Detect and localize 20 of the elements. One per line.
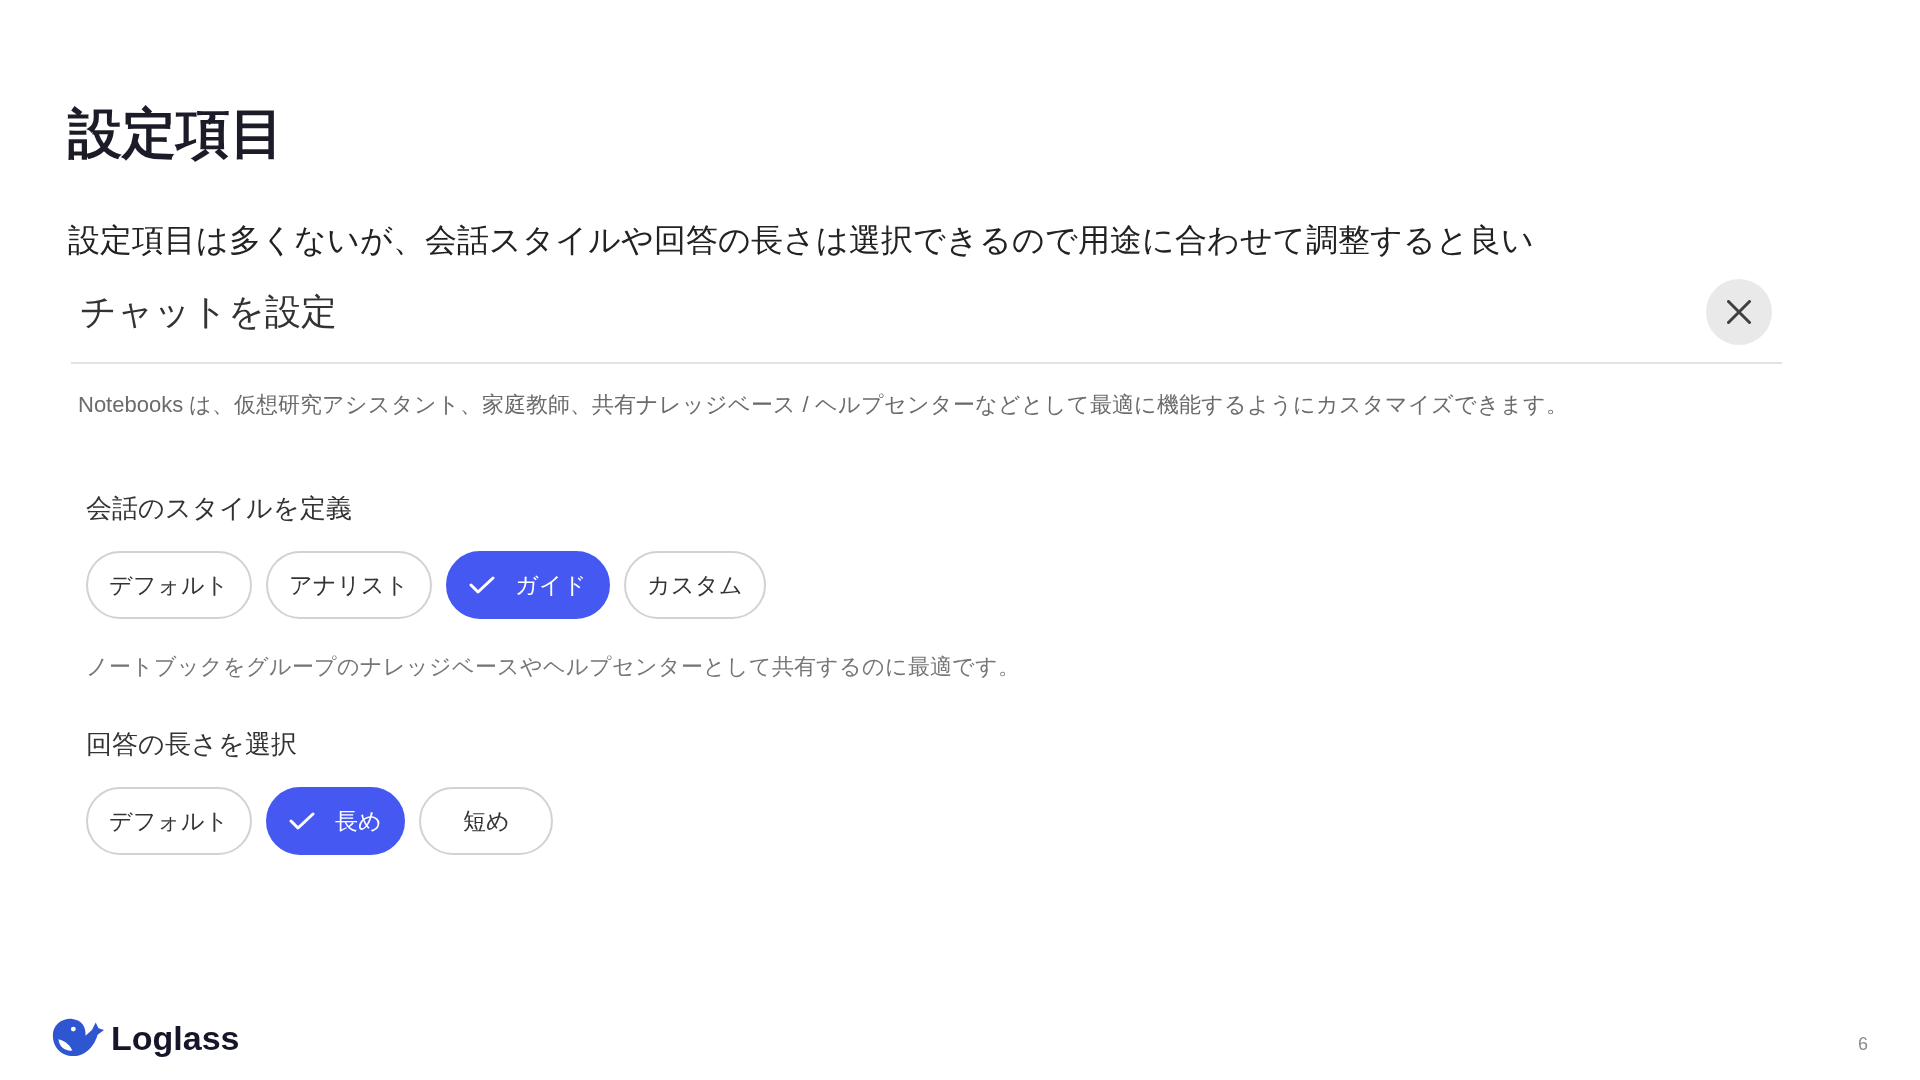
dialog-description: Notebooks は、仮想研究アシスタント、家庭教師、共有ナレッジベース / ヘルプセンターなどとして最適に機能するようにカスタマイズできます。	[78, 391, 1568, 419]
section-label: 会話のスタイルを定義	[86, 492, 352, 525]
section-note: ノートブックをグループのナレッジベースやヘルプセンターとして共有するのに最適です。	[86, 653, 1020, 681]
check-icon	[289, 812, 315, 830]
option-chip[interactable]: デフォルト	[86, 551, 252, 619]
dialog-title: チャットを設定	[80, 290, 337, 334]
option-chip[interactable]: 短め	[419, 787, 553, 855]
slide-subtitle: 設定項目は多くないが、会話スタイルや回答の長さは選択できるので用途に合わせて調整すると良い	[68, 221, 1534, 260]
slide-title: 設定項目	[68, 102, 284, 165]
option-chip[interactable]: アナリスト	[266, 551, 432, 619]
close-icon	[1727, 300, 1751, 324]
whale-icon	[51, 1017, 105, 1058]
section-label: 回答の長さを選択	[86, 728, 297, 761]
option-chip[interactable]: デフォルト	[86, 787, 252, 855]
check-icon	[469, 576, 495, 594]
option-chip[interactable]: カスタム	[624, 551, 766, 619]
option-chip[interactable]: 長め	[266, 787, 405, 855]
option-chip[interactable]: ガイド	[446, 551, 610, 619]
logo-text: Loglass	[111, 1017, 240, 1058]
page-number: 6	[1858, 1032, 1868, 1055]
